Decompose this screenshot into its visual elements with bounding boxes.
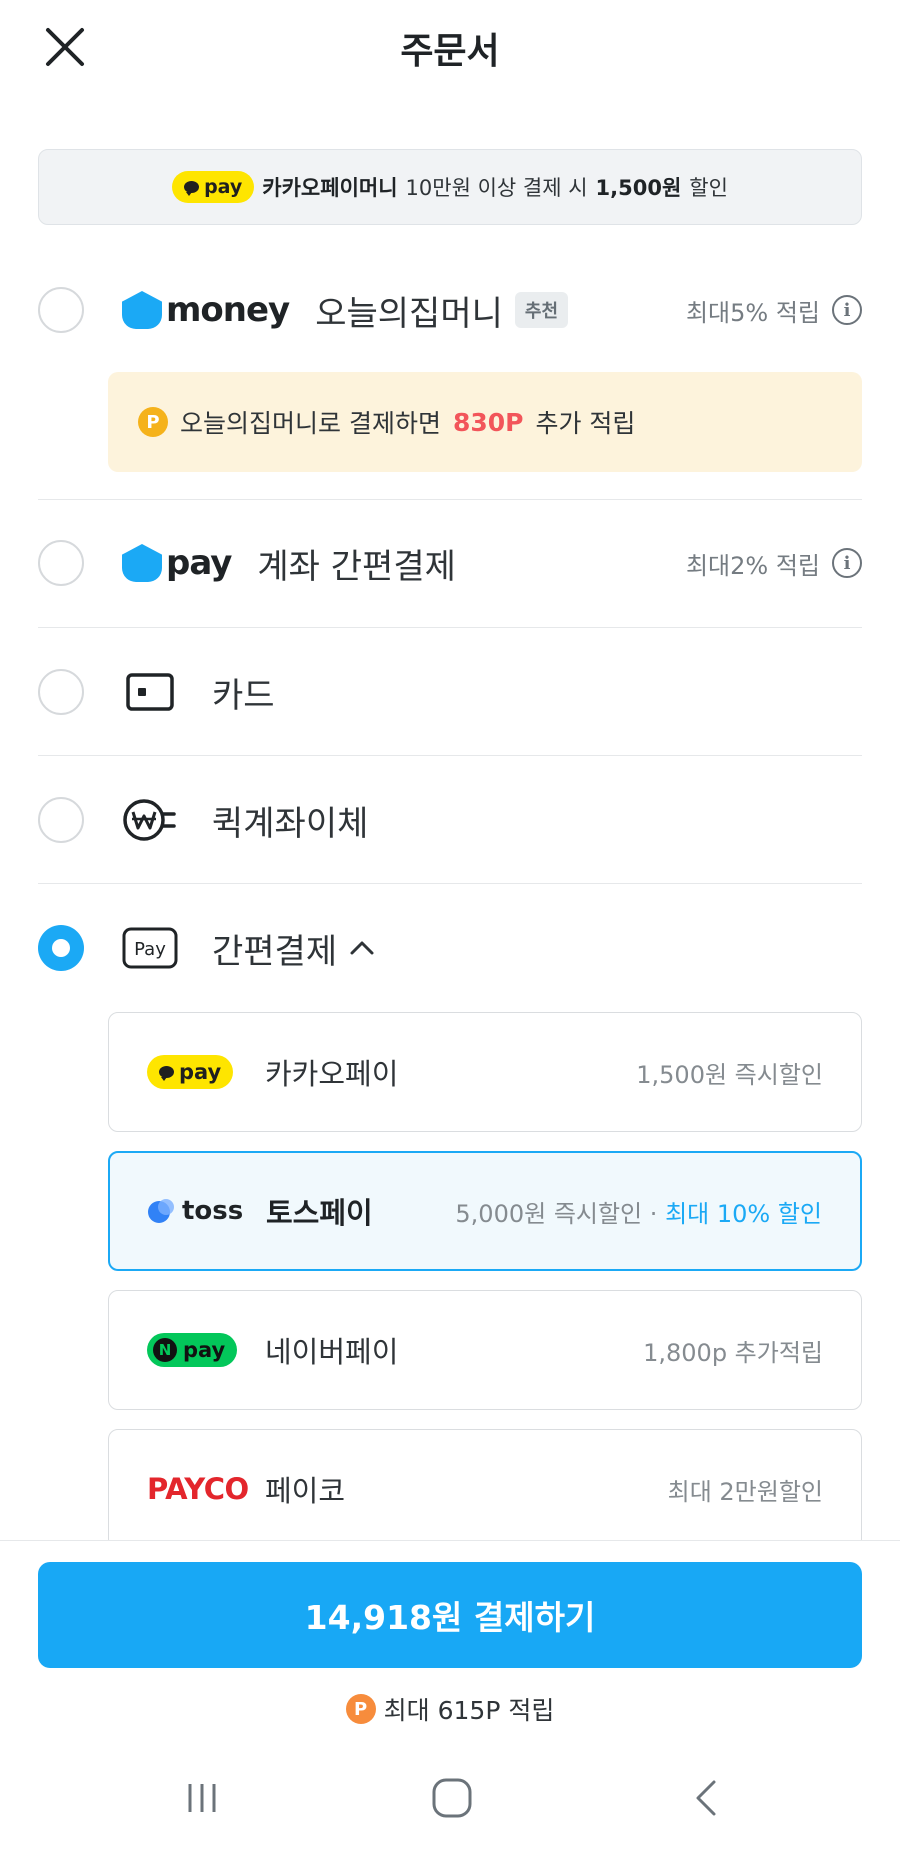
method-card[interactable]: 카드 [38,652,862,732]
money-reward: 최대5% 적립 i [686,293,862,328]
toss-logo: toss [148,1196,252,1226]
banner-suffix: 할인 [689,176,728,200]
house-icon [122,544,162,582]
toss-icon [148,1199,178,1223]
method-easy-pay[interactable]: Pay 간편결제 [38,908,862,988]
banner-brand: 카카오페이머니 [262,176,398,200]
money-logo-text: money [166,290,290,330]
divider [38,883,862,884]
card-icon [122,664,178,720]
method-label-money: 오늘의집머니 [315,293,503,334]
money-note-suffix: 추가 적립 [535,409,636,438]
points-summary-text: 최대 615P 적립 [383,1696,555,1725]
back-button[interactable] [676,1768,736,1828]
banner-amount: 1,500원 [595,176,682,200]
info-icon[interactable]: i [832,548,862,578]
chevron-up-icon[interactable] [349,939,375,957]
radio-money[interactable] [38,287,84,333]
home-button[interactable] [422,1768,482,1828]
pay-logo: pay [122,543,232,583]
method-account-pay[interactable]: pay 계좌 간편결제 최대2% 적립 i [38,523,862,603]
recent-apps-button[interactable] [172,1768,232,1828]
easypay-option-naverpay[interactable]: N pay 네이버페이 1,800p 추가적립 [108,1290,862,1410]
method-label-quick-transfer: 퀵계좌이체 [212,803,369,844]
payco-logo: PAYCO [147,1472,251,1506]
option-benefit: 최대 2만원할인 [667,1477,823,1506]
method-quick-transfer[interactable]: 퀵계좌이체 [38,780,862,860]
system-nav-bar [0,1740,900,1859]
option-name: 토스페이 [266,1196,373,1230]
option-benefit: 1,800p 추가적립 [643,1338,823,1367]
easypay-option-tosspay[interactable]: toss 토스페이 5,000원 즉시할인 · 최대 10% 할인 [108,1151,862,1271]
naverpay-logo: N pay [147,1333,251,1367]
page-title: 주문서 [400,31,500,72]
money-logo: money [122,290,290,330]
pay-logo-text: pay [166,543,232,583]
naverpay-badge: N pay [147,1333,238,1367]
kakao-bubble-icon [184,181,200,196]
payco-logo-text: PAYCO [147,1472,249,1506]
option-benefit: 1,500원 즉시할인 [636,1060,823,1089]
won-plug-icon [122,792,178,848]
kakao-bubble-icon [159,1066,174,1081]
point-coin-icon: P [345,1694,376,1724]
back-icon [696,1780,716,1816]
money-note-points: 830P [452,407,524,437]
toss-logo-text: toss [182,1196,244,1226]
option-benefit-text: 5,000원 즉시할인 [455,1199,643,1228]
divider [38,627,862,628]
money-reward-text: 최대5% 적립 [685,298,820,327]
money-note-prefix: 오늘의집머니로 결제하면 [180,409,441,438]
kakaopay-badge: pay [172,171,255,203]
svg-text:Pay: Pay [134,939,166,960]
naver-n-icon: N [153,1338,177,1362]
naverpay-badge-label: pay [183,1338,226,1362]
points-summary: P 최대 615P 적립 [0,1691,900,1727]
pay-reward-text: 최대2% 적립 [685,551,820,580]
method-label-account-pay: 계좌 간편결제 [257,546,456,587]
divider [38,499,862,500]
divider [38,755,862,756]
radio-easy-pay[interactable] [38,925,84,971]
method-label-easy-pay: 간편결제 [212,931,338,972]
method-label-card: 카드 [212,675,275,716]
option-name: 네이버페이 [265,1335,399,1369]
toss-logo-mark: toss [148,1196,243,1226]
point-coin-icon: P [138,407,168,437]
money-points-note: P 오늘의집머니로 결제하면 830P 추가 적립 [108,372,862,472]
option-benefit-highlight: 최대 10% 할인 [665,1199,822,1228]
recommend-badge: 추천 [514,292,569,328]
method-money[interactable]: money 오늘의집머니 추천 최대5% 적립 i [38,270,862,350]
easypay-option-kakaopay[interactable]: pay 카카오페이 1,500원 즉시할인 [108,1012,862,1132]
kakaopay-badge-label: pay [204,176,243,198]
easypay-option-payco[interactable]: PAYCO 페이코 최대 2만원할인 [108,1429,862,1549]
promo-banner[interactable]: pay 카카오페이머니 10만원 이상 결제 시 1,500원 할인 [38,149,862,225]
pay-card-icon: Pay [122,920,178,976]
kakaopay-badge: pay [147,1055,234,1089]
separator: · [649,1199,658,1228]
option-name: 페이코 [265,1474,346,1508]
pay-button[interactable]: 14,918원 결제하기 [38,1562,862,1668]
kakaopay-logo: pay [147,1055,251,1089]
radio-card[interactable] [38,669,84,715]
banner-condition: 10만원 이상 결제 시 [405,176,588,200]
option-name: 카카오페이 [265,1057,399,1091]
radio-account-pay[interactable] [38,540,84,586]
info-icon[interactable]: i [832,295,862,325]
radio-dot [52,939,70,957]
radio-quick-transfer[interactable] [38,797,84,843]
header: 주문서 [0,0,900,92]
kakaopay-badge-label: pay [179,1060,222,1084]
house-icon [122,291,162,329]
home-icon [432,1778,472,1818]
option-benefit: 5,000원 즉시할인 · 최대 10% 할인 [455,1194,822,1229]
pay-reward: 최대2% 적립 i [686,546,862,581]
recent-apps-icon [188,1784,216,1812]
